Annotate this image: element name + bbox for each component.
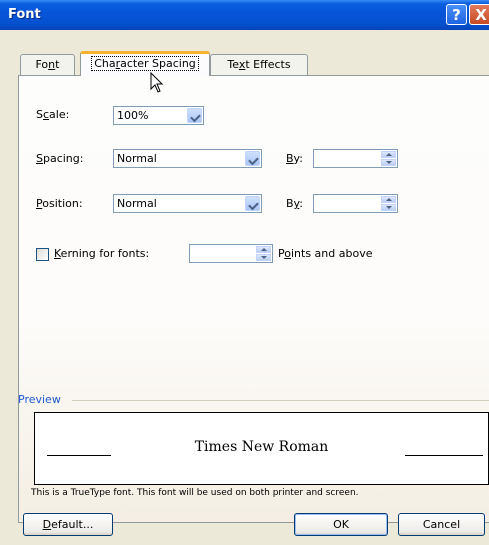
preview-rule-left xyxy=(47,455,111,456)
spacing-label: Spacing: xyxy=(36,152,84,165)
kerning-suffix-label: Points and above xyxy=(278,247,373,260)
scale-value: 100% xyxy=(117,109,149,122)
ok-button[interactable]: OK xyxy=(294,513,388,536)
spin-up-icon[interactable] xyxy=(381,151,396,158)
chevron-down-icon[interactable] xyxy=(187,108,202,123)
spacing-by-input[interactable] xyxy=(313,149,398,168)
position-value: Normal xyxy=(117,197,157,210)
spin-up-icon[interactable] xyxy=(256,246,271,253)
chevron-down-icon[interactable] xyxy=(245,151,260,166)
kerning-checkbox[interactable] xyxy=(36,248,49,261)
scale-label: Scale: xyxy=(36,108,70,121)
position-label: Position: xyxy=(36,197,83,210)
preview-rule-right xyxy=(405,455,483,456)
spin-down-icon[interactable] xyxy=(256,254,271,261)
preview-box: Times New Roman xyxy=(34,412,489,485)
position-select[interactable]: Normal xyxy=(113,194,262,213)
spacing-by-spinner[interactable] xyxy=(381,151,396,166)
preview-note: This is a TrueType font. This font will … xyxy=(31,488,359,498)
chevron-down-icon[interactable] xyxy=(245,196,260,211)
default-button[interactable]: Default... xyxy=(23,513,113,536)
kerning-label[interactable]: Kerning for fonts: xyxy=(54,247,149,260)
spacing-value: Normal xyxy=(117,152,157,165)
preview-sample-text: Times New Roman xyxy=(194,439,329,455)
default-button-label: Default... xyxy=(42,518,94,531)
spin-down-icon[interactable] xyxy=(381,204,396,211)
cancel-button[interactable]: Cancel xyxy=(398,513,485,536)
kerning-spinner[interactable] xyxy=(256,246,271,261)
spacing-by-label: By: xyxy=(286,152,303,165)
scale-select[interactable]: 100% xyxy=(113,106,204,125)
position-by-label: By: xyxy=(286,197,303,210)
spin-up-icon[interactable] xyxy=(381,196,396,203)
preview-caption: Preview xyxy=(18,393,61,406)
position-by-input[interactable] xyxy=(313,194,398,213)
mouse-cursor-icon xyxy=(150,72,164,93)
spin-down-icon[interactable] xyxy=(381,159,396,166)
preview-divider xyxy=(72,400,489,401)
font-dialog: Font ? X Font Character Spacing Text Eff… xyxy=(0,0,489,545)
position-by-spinner[interactable] xyxy=(381,196,396,211)
kerning-points-input[interactable] xyxy=(189,244,273,263)
spacing-select[interactable]: Normal xyxy=(113,149,262,168)
